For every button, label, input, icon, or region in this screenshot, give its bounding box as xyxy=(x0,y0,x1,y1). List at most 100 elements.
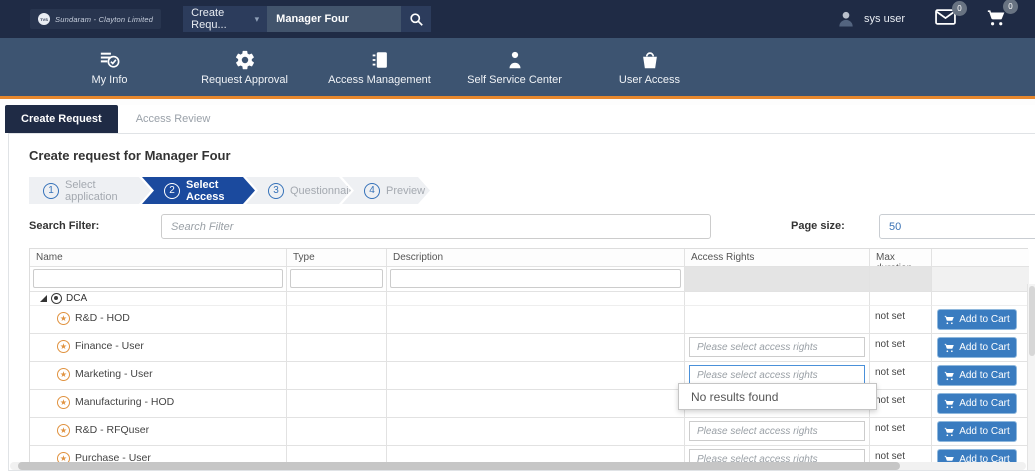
max-duration-value: not set xyxy=(870,334,932,362)
nav-item-my-info[interactable]: My Info xyxy=(42,49,177,86)
tab-create-request[interactable]: Create Request xyxy=(5,105,118,133)
col-access-rights[interactable]: Access Rights xyxy=(685,249,870,267)
action-type-label: Create Requ... xyxy=(191,7,254,31)
tab-access-review[interactable]: Access Review xyxy=(118,105,229,133)
nav-label: Self Service Center xyxy=(467,74,562,86)
main-nav: My Info Request Approval Access Manageme… xyxy=(0,38,1035,96)
column-filter-row xyxy=(30,267,1027,292)
cart-button[interactable]: 0 xyxy=(986,7,1007,32)
page-size-label: Page size: xyxy=(791,220,845,232)
messages-button[interactable]: 0 xyxy=(935,9,956,30)
table-row: ★ R&D - HOD not set Add to Cart xyxy=(30,306,1027,334)
page-title: Create request for Manager Four xyxy=(9,134,1035,164)
person-icon xyxy=(504,49,526,71)
horizontal-scrollbar-thumb[interactable] xyxy=(18,462,900,470)
add-to-cart-button[interactable]: Add to Cart xyxy=(937,309,1017,330)
name-filter-input[interactable] xyxy=(33,269,283,288)
role-star-icon: ★ xyxy=(57,368,70,381)
search-button[interactable] xyxy=(401,6,431,32)
nav-item-request-approval[interactable]: Request Approval xyxy=(177,49,312,86)
nav-label: Request Approval xyxy=(201,74,288,86)
access-rights-dropdown: No results found xyxy=(678,383,877,410)
description-filter-input[interactable] xyxy=(390,269,681,288)
step-label: Questionnaire xyxy=(290,185,359,197)
my-info-icon xyxy=(99,49,121,71)
avatar[interactable] xyxy=(836,9,856,29)
search-filter-input[interactable] xyxy=(161,214,711,239)
step-number: 4 xyxy=(364,183,380,199)
col-description[interactable]: Description xyxy=(387,249,685,267)
search-icon xyxy=(409,12,424,27)
max-duration-filter-cell xyxy=(870,267,932,292)
step-questionnaire[interactable]: 3 Questionnaire xyxy=(246,177,351,204)
nav-label: User Access xyxy=(619,74,680,86)
add-to-cart-button[interactable]: Add to Cart xyxy=(937,337,1017,358)
max-duration-value: not set xyxy=(870,390,932,418)
role-star-icon: ★ xyxy=(57,340,70,353)
application-name: DCA xyxy=(66,293,87,304)
cart-icon xyxy=(944,398,955,409)
step-preview[interactable]: 4 Preview xyxy=(342,177,430,204)
vertical-scrollbar-thumb[interactable] xyxy=(1029,286,1035,356)
access-rights-cell xyxy=(685,306,870,334)
search-filter-label: Search Filter: xyxy=(29,220,99,232)
role-star-icon: ★ xyxy=(57,424,70,437)
company-logo: TVS Sundaram - Clayton Limited xyxy=(30,9,161,29)
table-row: ★R&D - RFQuser not set Add to Cart xyxy=(30,418,1027,446)
page-size-input[interactable] xyxy=(879,214,1035,239)
col-max-duration[interactable]: Max duration xyxy=(870,249,932,267)
add-to-cart-button[interactable]: Add to Cart xyxy=(937,365,1017,386)
role-star-icon: ★ xyxy=(57,312,70,325)
col-name[interactable]: Name xyxy=(30,249,287,267)
type-filter-input[interactable] xyxy=(290,269,383,288)
access-rights-input[interactable] xyxy=(689,365,865,385)
mail-count-badge: 0 xyxy=(952,1,967,16)
application-icon xyxy=(51,293,62,304)
role-name: R&D - RFQuser xyxy=(75,424,149,436)
actions-filter-cell xyxy=(932,267,1029,292)
cart-icon xyxy=(944,314,955,325)
tab-strip: Create Request Access Review xyxy=(0,105,1035,133)
company-name: Sundaram - Clayton Limited xyxy=(55,15,153,24)
role-name: Marketing - User xyxy=(75,368,153,380)
max-duration-value: not set xyxy=(870,362,932,390)
cart-count-badge: 0 xyxy=(1003,0,1018,14)
nav-item-self-service-center[interactable]: Self Service Center xyxy=(447,49,582,86)
access-rights-input[interactable] xyxy=(689,421,865,441)
role-name: R&D - HOD xyxy=(75,312,130,324)
user-search-input[interactable] xyxy=(267,6,401,32)
nav-item-user-access[interactable]: User Access xyxy=(582,49,717,86)
chevron-down-icon: ▾ xyxy=(255,14,260,25)
vertical-scrollbar[interactable] xyxy=(1027,284,1035,470)
action-type-dropdown[interactable]: Create Requ... ▾ xyxy=(183,6,267,32)
role-star-icon: ★ xyxy=(57,396,70,409)
nav-item-access-management[interactable]: Access Management xyxy=(312,49,447,86)
max-duration-value: not set xyxy=(870,306,932,334)
step-select-access[interactable]: 2 Select Access xyxy=(142,177,255,204)
cart-icon xyxy=(944,342,955,353)
step-label: Select Access xyxy=(186,179,255,203)
top-bar: TVS Sundaram - Clayton Limited Create Re… xyxy=(0,0,1035,38)
col-actions xyxy=(932,249,1029,267)
horizontal-scrollbar[interactable] xyxy=(10,462,1026,470)
wizard-steps: 1 Select application 2 Select Access 3 Q… xyxy=(29,177,1035,204)
col-type[interactable]: Type xyxy=(287,249,387,267)
role-name: Manufacturing - HOD xyxy=(75,396,174,408)
step-number: 1 xyxy=(43,183,59,199)
step-label: Select application xyxy=(65,179,151,203)
binder-icon xyxy=(369,49,391,71)
access-filter-cell xyxy=(685,267,870,292)
gear-icon xyxy=(234,49,256,71)
step-select-application[interactable]: 1 Select application xyxy=(29,177,151,204)
access-rights-input[interactable] xyxy=(689,337,865,357)
step-number: 3 xyxy=(268,183,284,199)
tvs-logo-icon: TVS xyxy=(38,13,50,25)
step-number: 2 xyxy=(164,183,180,199)
add-to-cart-button[interactable]: Add to Cart xyxy=(937,421,1017,442)
no-results-message: No results found xyxy=(691,390,778,404)
nav-label: My Info xyxy=(91,74,127,86)
collapse-expander-icon[interactable] xyxy=(40,295,47,302)
basket-icon xyxy=(639,49,661,71)
cart-icon xyxy=(944,426,955,437)
add-to-cart-button[interactable]: Add to Cart xyxy=(937,393,1017,414)
